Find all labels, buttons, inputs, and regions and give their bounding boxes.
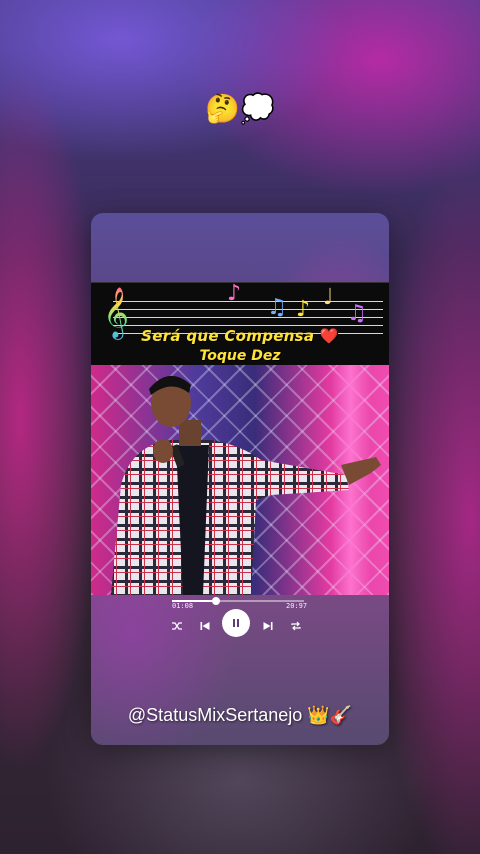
repeat-icon (291, 621, 301, 631)
music-note-icon: ♫ (267, 295, 287, 320)
thinking-emoji-caption: 🤔💭 (205, 92, 275, 125)
singer-figure (111, 375, 381, 595)
pause-button[interactable] (222, 609, 250, 637)
music-note-icon: ♪ (227, 281, 242, 306)
music-note-icon: ♪ (296, 297, 311, 322)
total-time: 20:97 (286, 602, 308, 610)
progress-knob[interactable] (211, 597, 220, 605)
performance-video[interactable] (91, 365, 389, 595)
channel-handle: @StatusMixSertanejo 👑🎸 (127, 705, 353, 725)
shuffle-button[interactable] (166, 615, 188, 637)
song-banner: 𝄞 ♪ ♫ ♪ ♩ ♫ Será que Compensa ❤️ Toque D… (91, 281, 389, 366)
next-icon (263, 622, 273, 630)
pause-icon (233, 619, 239, 627)
elapsed-time: 01:08 (172, 602, 194, 610)
music-player-card: 𝄞 ♪ ♫ ♪ ♩ ♫ Será que Compensa ❤️ Toque D… (91, 213, 389, 745)
music-note-icon: ♩ (323, 285, 334, 310)
music-note-icon: ♫ (347, 301, 367, 326)
next-button[interactable] (257, 615, 279, 637)
song-title: Será que Compensa ❤️ (141, 327, 339, 345)
song-artist: Toque Dez (199, 348, 281, 364)
repeat-button[interactable] (285, 615, 307, 637)
heart-icon: ❤️ (319, 327, 339, 345)
playback-controls: 01:08 20:97 (91, 595, 389, 653)
previous-icon (200, 622, 210, 630)
previous-button[interactable] (194, 615, 216, 637)
shuffle-icon (172, 622, 182, 630)
